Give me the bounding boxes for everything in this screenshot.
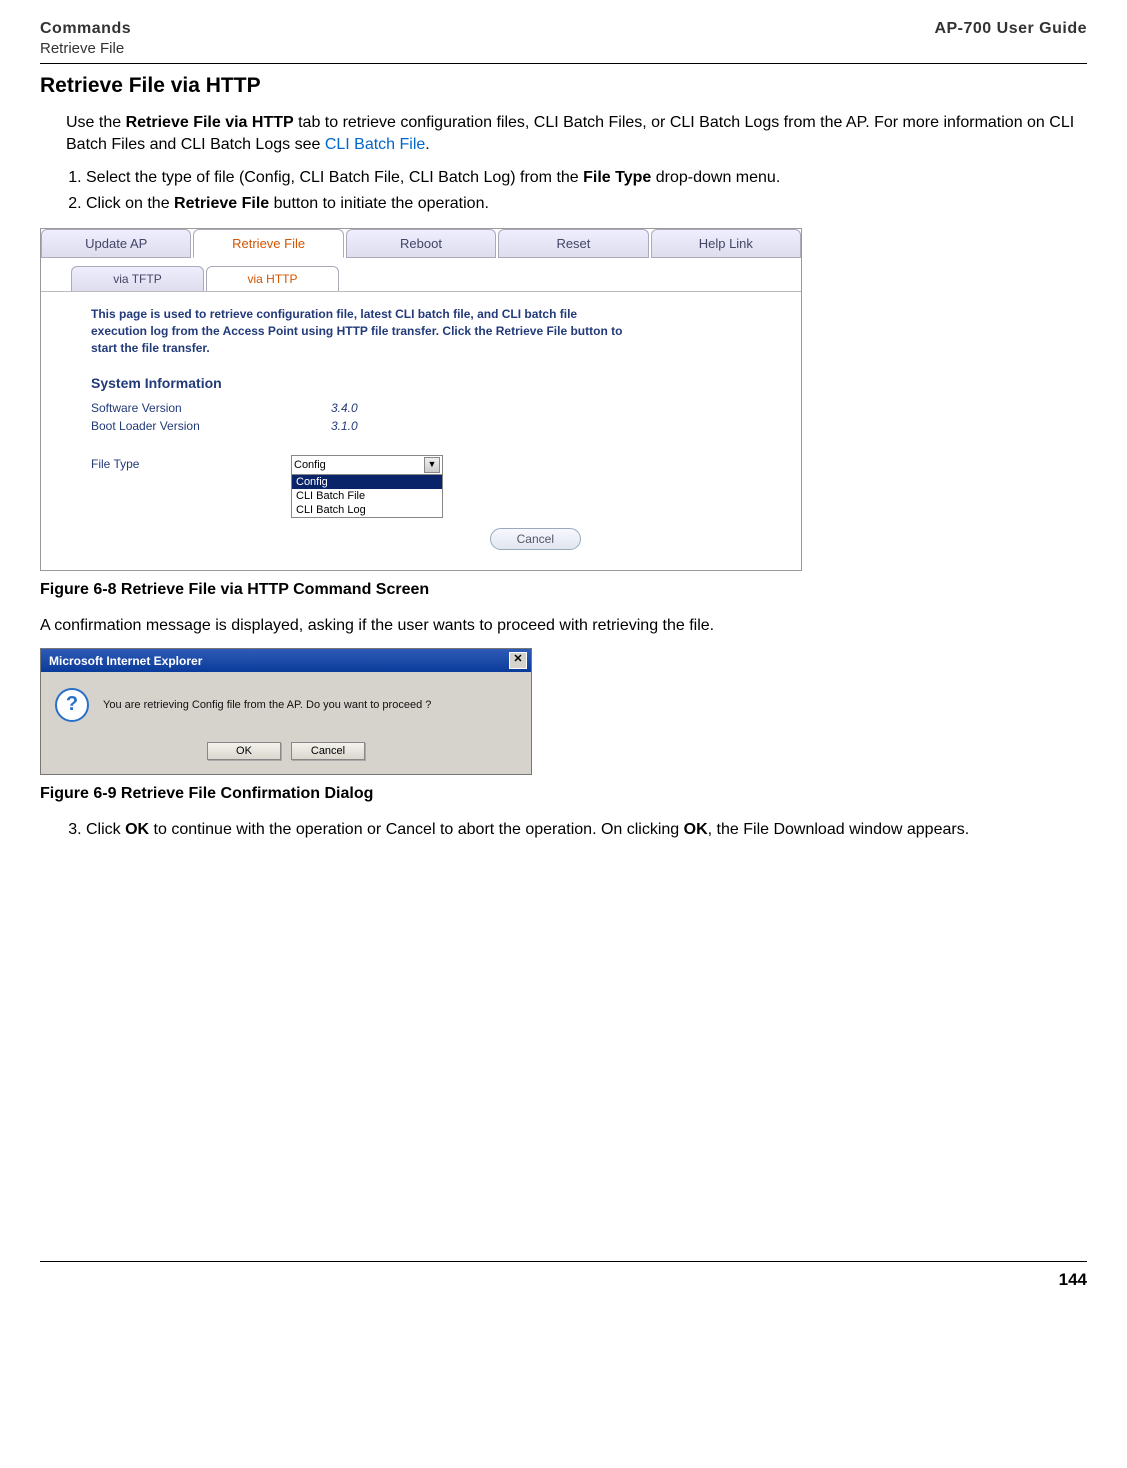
step1-text-c: drop-down menu.	[651, 169, 780, 186]
step-3: Click OK to continue with the operation …	[86, 819, 1087, 841]
confirmation-text: A confirmation message is displayed, ask…	[40, 615, 1087, 637]
step2-bold: Retrieve File	[174, 195, 269, 212]
dialog-message: You are retrieving Config file from the …	[103, 699, 431, 711]
panel-description: This page is used to retrieve configurat…	[91, 306, 631, 356]
intro-text-1: Use the	[66, 114, 126, 131]
step-2: Click on the Retrieve File button to ini…	[86, 193, 1087, 215]
file-type-label: File Type	[91, 455, 291, 471]
step3-text-e: , the File Download window appears.	[708, 821, 969, 838]
software-version-value: 3.4.0	[331, 401, 358, 415]
retrieve-file-panel: This page is used to retrieve configurat…	[41, 291, 801, 569]
tab-retrieve-file[interactable]: Retrieve File	[193, 229, 343, 258]
header-left-title: Commands	[40, 20, 131, 38]
chevron-down-icon[interactable]: ▼	[424, 457, 440, 473]
boot-loader-version-value: 3.1.0	[331, 419, 358, 433]
tab-reset[interactable]: Reset	[498, 229, 648, 258]
sub-tab-row: via TFTP via HTTP	[71, 266, 341, 291]
step3-bold-2: OK	[684, 821, 708, 838]
dialog-title: Microsoft Internet Explorer	[49, 654, 202, 668]
subtab-via-http[interactable]: via HTTP	[206, 266, 339, 291]
header-rule	[40, 63, 1087, 64]
file-type-option-config[interactable]: Config	[292, 475, 442, 489]
step3-bold-1: OK	[125, 821, 149, 838]
system-information-header: System Information	[91, 375, 761, 391]
file-type-dropdown[interactable]: Config ▼ Config CLI Batch File CLI Batch…	[291, 455, 443, 518]
step3-text-c: to continue with the operation or Cancel…	[149, 821, 684, 838]
header-left-sub: Retrieve File	[40, 40, 1087, 57]
page-number: 144	[40, 1270, 1087, 1290]
step3-text-a: Click	[86, 821, 125, 838]
intro-paragraph: Use the Retrieve File via HTTP tab to re…	[66, 112, 1087, 155]
intro-text-3: .	[425, 136, 429, 153]
figure-6-9-caption: Figure 6-9 Retrieve File Confirmation Di…	[40, 785, 1087, 803]
dialog-title-bar: Microsoft Internet Explorer ✕	[41, 649, 531, 672]
cancel-button[interactable]: Cancel	[490, 528, 581, 550]
boot-loader-version-row: Boot Loader Version 3.1.0	[91, 419, 761, 433]
software-version-row: Software Version 3.4.0	[91, 401, 761, 415]
intro-bold-1: Retrieve File via HTTP	[126, 114, 294, 131]
section-title: Retrieve File via HTTP	[40, 74, 1087, 98]
steps-list-1: Select the type of file (Config, CLI Bat…	[66, 167, 1087, 214]
file-type-option-cli-batch-file[interactable]: CLI Batch File	[292, 489, 442, 503]
close-icon[interactable]: ✕	[509, 652, 527, 669]
steps-list-2: Click OK to continue with the operation …	[40, 819, 1087, 841]
file-type-option-cli-batch-log[interactable]: CLI Batch Log	[292, 503, 442, 517]
file-type-current-value: Config	[294, 459, 326, 471]
figure-6-8-caption: Figure 6-8 Retrieve File via HTTP Comman…	[40, 581, 1087, 599]
step2-text-a: Click on the	[86, 195, 174, 212]
dialog-cancel-button[interactable]: Cancel	[291, 742, 365, 760]
step2-text-c: button to initiate the operation.	[269, 195, 489, 212]
boot-loader-version-label: Boot Loader Version	[91, 419, 331, 433]
step-1: Select the type of file (Config, CLI Bat…	[86, 167, 1087, 189]
subtab-via-tftp[interactable]: via TFTP	[71, 266, 204, 291]
software-version-label: Software Version	[91, 401, 331, 415]
cli-batch-file-link[interactable]: CLI Batch File	[325, 136, 425, 153]
footer-rule	[40, 1261, 1087, 1262]
question-icon: ?	[55, 688, 89, 722]
ok-button[interactable]: OK	[207, 742, 281, 760]
file-type-dropdown-display[interactable]: Config ▼	[292, 456, 442, 475]
main-tab-row: Update AP Retrieve File Reboot Reset Hel…	[41, 229, 801, 258]
tab-update-ap[interactable]: Update AP	[41, 229, 191, 258]
tab-reboot[interactable]: Reboot	[346, 229, 496, 258]
step1-bold: File Type	[583, 169, 651, 186]
retrieve-file-screenshot: Update AP Retrieve File Reboot Reset Hel…	[40, 228, 802, 570]
step1-text-a: Select the type of file (Config, CLI Bat…	[86, 169, 583, 186]
confirmation-dialog-screenshot: Microsoft Internet Explorer ✕ ? You are …	[40, 648, 532, 775]
header-right-title: AP-700 User Guide	[934, 20, 1087, 38]
tab-help-link[interactable]: Help Link	[651, 229, 801, 258]
